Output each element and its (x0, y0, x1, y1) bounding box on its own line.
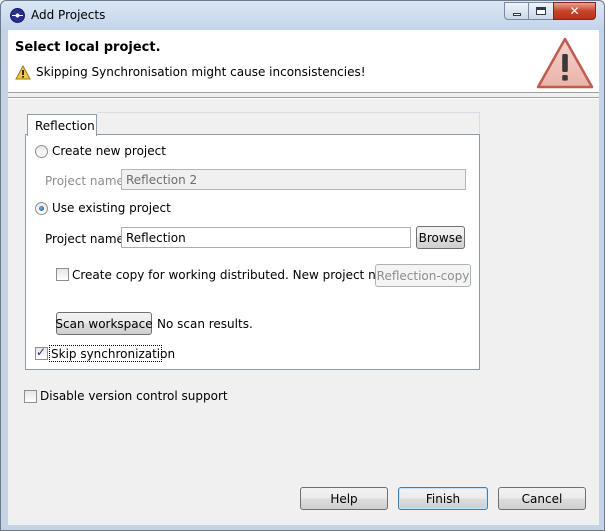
create-copy-checkbox[interactable] (56, 268, 69, 281)
maximize-button[interactable] (528, 2, 554, 20)
tab-reflection[interactable]: Reflection (27, 114, 97, 136)
create-copy-label[interactable]: Create copy for working distributed. New… (72, 268, 406, 282)
existing-project-name-label: Project name (45, 232, 124, 246)
dialog-client-area: Select local project. Skipping Synchroni… (8, 30, 599, 525)
banner-divider (8, 97, 599, 99)
create-new-project-label[interactable]: Create new project (52, 144, 166, 158)
skip-synchronization-checkbox[interactable] (35, 345, 48, 360)
copy-project-name-button[interactable]: Reflection-copy (375, 264, 471, 287)
warning-large-icon (536, 37, 594, 89)
new-project-name-label: Project name (45, 174, 124, 188)
close-button[interactable]: ✕ (553, 2, 596, 20)
use-existing-project-radio[interactable] (35, 202, 48, 215)
tab-strip-line (97, 112, 480, 113)
header-banner: Select local project. Skipping Synchroni… (8, 30, 599, 93)
help-button[interactable]: Help (300, 487, 388, 510)
tab-strip-edge (479, 112, 480, 134)
browse-button[interactable]: Browse (416, 226, 465, 249)
use-existing-project-label[interactable]: Use existing project (52, 201, 171, 215)
scan-result-text: No scan results. (157, 317, 253, 331)
eclipse-icon (10, 8, 25, 23)
page-title: Select local project. (15, 40, 161, 55)
warning-message: Skipping Synchronisation might cause inc… (36, 65, 366, 79)
skip-synchronization-label[interactable]: Skip synchronization (51, 347, 175, 361)
create-new-project-radio[interactable] (35, 145, 48, 158)
scan-workspace-button[interactable]: Scan workspace (55, 312, 153, 335)
window-title: Add Projects (31, 8, 106, 22)
disable-vcs-checkbox[interactable] (24, 390, 37, 403)
maximize-icon (536, 7, 546, 15)
disable-vcs-label[interactable]: Disable version control support (40, 389, 228, 403)
cancel-button[interactable]: Cancel (498, 487, 586, 510)
finish-button[interactable]: Finish (398, 487, 488, 510)
minimize-icon (512, 12, 521, 16)
close-icon: ✕ (569, 4, 580, 18)
tab-panel: Create new project Project name Reflecti… (25, 134, 480, 370)
dialog-window: Add Projects ✕ Select local project. Ski… (0, 0, 605, 531)
new-project-name-field[interactable]: Reflection 2 (121, 169, 466, 190)
existing-project-name-field[interactable]: Reflection (121, 227, 411, 248)
title-bar[interactable]: Add Projects ✕ (1, 1, 604, 30)
minimize-button[interactable] (504, 2, 529, 20)
warning-icon (15, 65, 31, 80)
